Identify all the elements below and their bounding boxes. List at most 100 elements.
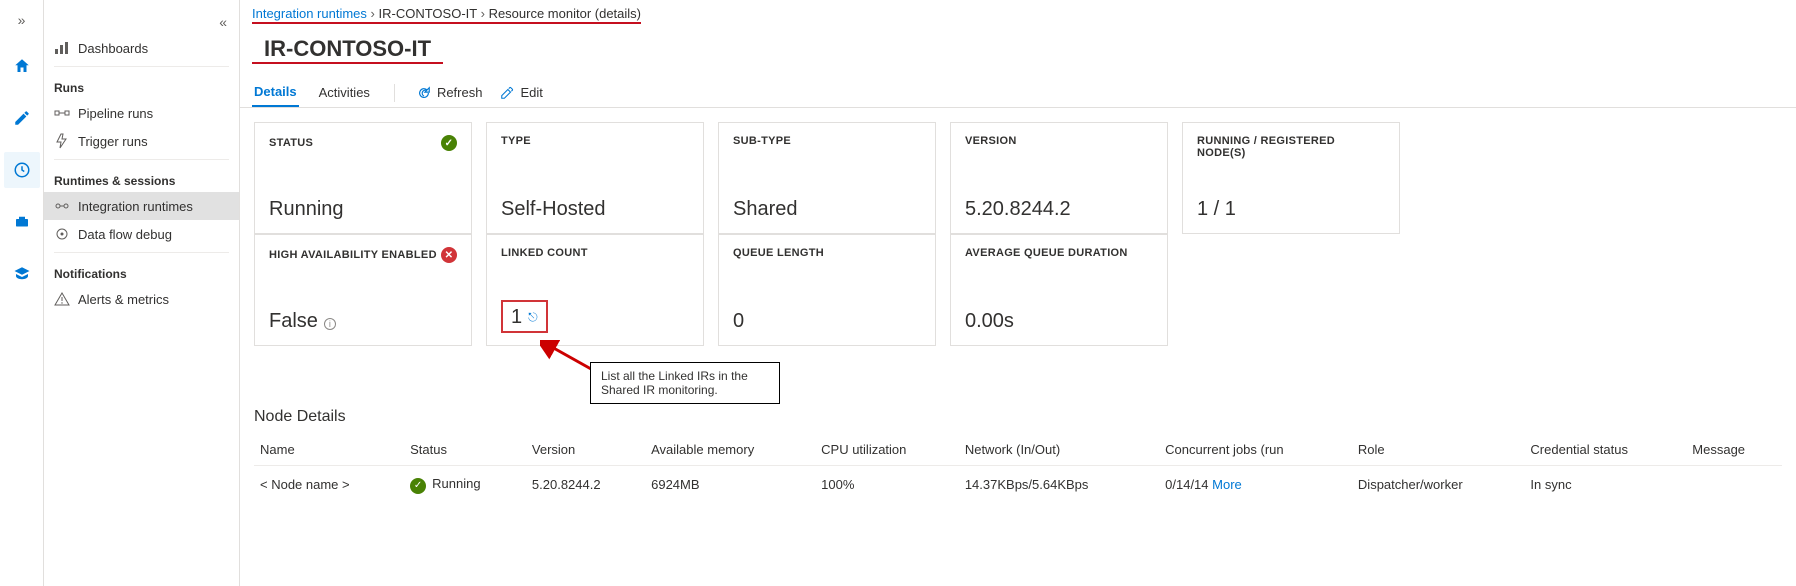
refresh-button[interactable]: Refresh bbox=[417, 85, 483, 100]
more-link[interactable]: More bbox=[1212, 477, 1242, 492]
th-network[interactable]: Network (In/Out) bbox=[959, 434, 1159, 466]
rail-manage-icon[interactable] bbox=[4, 204, 40, 240]
card-status-value: Running bbox=[269, 198, 457, 221]
th-name[interactable]: Name bbox=[254, 434, 404, 466]
card-subtype: SUB-TYPE Shared bbox=[718, 122, 936, 234]
sidebar-item-integration-runtimes[interactable]: Integration runtimes bbox=[44, 192, 239, 220]
th-message[interactable]: Message bbox=[1686, 434, 1782, 466]
th-cred[interactable]: Credential status bbox=[1524, 434, 1686, 466]
card-avg-queue-label: AVERAGE QUEUE DURATION bbox=[965, 247, 1153, 259]
sidebar-group-runs: Runs bbox=[44, 71, 239, 99]
rail-author-icon[interactable] bbox=[4, 100, 40, 136]
sidebar: « Dashboards Runs Pipeline runs Trigger … bbox=[44, 0, 240, 586]
status-ok-icon: ✓ bbox=[410, 478, 426, 494]
th-version[interactable]: Version bbox=[526, 434, 645, 466]
cell-concurrent: 0/14/14 More bbox=[1159, 466, 1352, 504]
cell-version: 5.20.8244.2 bbox=[526, 466, 645, 504]
tab-activities[interactable]: Activities bbox=[317, 79, 372, 106]
node-details-title: Node Details bbox=[240, 400, 1796, 430]
sidebar-item-trigger-runs[interactable]: Trigger runs bbox=[44, 127, 239, 155]
card-linked-value: 1 bbox=[511, 306, 522, 329]
debug-icon bbox=[54, 226, 70, 242]
edit-icon bbox=[500, 86, 514, 100]
card-ha-value: False bbox=[269, 310, 318, 332]
rail-learn-icon[interactable] bbox=[4, 256, 40, 292]
linked-count-highlight: 1 ⎋ bbox=[501, 300, 548, 333]
cell-network: 14.37KBps/5.64KBps bbox=[959, 466, 1159, 504]
integration-icon bbox=[54, 198, 70, 214]
table-row[interactable]: < Node name > ✓Running 5.20.8244.2 6924M… bbox=[254, 466, 1782, 504]
sidebar-item-label: Pipeline runs bbox=[78, 106, 153, 121]
trigger-icon bbox=[54, 133, 70, 149]
cell-memory: 6924MB bbox=[645, 466, 815, 504]
th-status[interactable]: Status bbox=[404, 434, 526, 466]
card-nodes-label: RUNNING / REGISTERED NODE(S) bbox=[1197, 135, 1385, 159]
card-queue: QUEUE LENGTH 0 bbox=[718, 234, 936, 346]
cell-cred: In sync bbox=[1524, 466, 1686, 504]
card-type-label: TYPE bbox=[501, 135, 689, 147]
card-avg-queue-value: 0.00s bbox=[965, 310, 1153, 333]
info-icon[interactable]: i bbox=[324, 318, 336, 330]
rail-home-icon[interactable] bbox=[4, 48, 40, 84]
breadcrumb-integration-runtimes[interactable]: Integration runtimes bbox=[252, 6, 367, 23]
card-avg-queue: AVERAGE QUEUE DURATION 0.00s bbox=[950, 234, 1168, 346]
card-subtype-label: SUB-TYPE bbox=[733, 135, 921, 147]
tabs-toolbar: Details Activities Refresh Edit bbox=[240, 72, 1796, 108]
card-type-value: Self-Hosted bbox=[501, 198, 689, 221]
sidebar-item-data-flow-debug[interactable]: Data flow debug bbox=[44, 220, 239, 248]
sidebar-item-label: Dashboards bbox=[78, 41, 148, 56]
card-type: TYPE Self-Hosted bbox=[486, 122, 704, 234]
sidebar-item-label: Trigger runs bbox=[78, 134, 148, 149]
card-version: VERSION 5.20.8244.2 bbox=[950, 122, 1168, 234]
status-ok-icon: ✓ bbox=[441, 135, 457, 151]
breadcrumb: Integration runtimes › IR-CONTOSO-IT › R… bbox=[240, 0, 1796, 26]
breadcrumb-sep: › bbox=[481, 6, 485, 21]
alert-icon bbox=[54, 291, 70, 307]
breadcrumb-sep: › bbox=[371, 6, 375, 21]
toolbar-divider bbox=[394, 84, 395, 102]
sidebar-item-label: Alerts & metrics bbox=[78, 292, 169, 307]
edit-button[interactable]: Edit bbox=[500, 85, 542, 100]
th-role[interactable]: Role bbox=[1352, 434, 1525, 466]
card-linked-label: LINKED COUNT bbox=[501, 247, 689, 259]
chart-icon bbox=[54, 40, 70, 56]
cell-status: ✓Running bbox=[404, 466, 526, 504]
card-queue-value: 0 bbox=[733, 310, 921, 333]
sidebar-item-label: Integration runtimes bbox=[78, 199, 193, 214]
left-rail: » bbox=[0, 0, 44, 586]
cell-cpu: 100% bbox=[815, 466, 959, 504]
card-ha: HIGH AVAILABILITY ENABLED ✕ Falsei bbox=[254, 234, 472, 346]
sidebar-item-dashboards[interactable]: Dashboards bbox=[44, 34, 239, 62]
main-content: Integration runtimes › IR-CONTOSO-IT › R… bbox=[240, 0, 1796, 586]
pipeline-icon bbox=[54, 105, 70, 121]
refresh-label: Refresh bbox=[437, 85, 483, 100]
rail-monitor-icon[interactable] bbox=[4, 152, 40, 188]
cell-name: < Node name > bbox=[254, 466, 404, 504]
expand-collapse-icon[interactable]: » bbox=[14, 8, 30, 32]
annotation-callout: List all the Linked IRs in the Shared IR… bbox=[590, 362, 780, 404]
card-version-label: VERSION bbox=[965, 135, 1153, 147]
tab-details[interactable]: Details bbox=[252, 78, 299, 107]
node-details-table: Name Status Version Available memory CPU… bbox=[254, 434, 1782, 504]
ha-disabled-icon: ✕ bbox=[441, 247, 457, 263]
card-ha-label: HIGH AVAILABILITY ENABLED bbox=[269, 249, 437, 261]
card-status: STATUS ✓ Running bbox=[254, 122, 472, 234]
sidebar-collapse-icon[interactable]: « bbox=[215, 10, 231, 34]
sidebar-item-label: Data flow debug bbox=[78, 227, 172, 242]
th-cpu[interactable]: CPU utilization bbox=[815, 434, 959, 466]
edit-label: Edit bbox=[520, 85, 542, 100]
cell-role: Dispatcher/worker bbox=[1352, 466, 1525, 504]
page-title: IR-CONTOSO-IT bbox=[252, 32, 443, 64]
sidebar-item-pipeline-runs[interactable]: Pipeline runs bbox=[44, 99, 239, 127]
card-status-label: STATUS bbox=[269, 137, 313, 149]
card-linked-count: LINKED COUNT 1 ⎋ bbox=[486, 234, 704, 346]
card-queue-label: QUEUE LENGTH bbox=[733, 247, 921, 259]
breadcrumb-resource-monitor: Resource monitor (details) bbox=[489, 6, 641, 21]
th-concurrent[interactable]: Concurrent jobs (run bbox=[1159, 434, 1352, 466]
sidebar-group-notifications: Notifications bbox=[44, 257, 239, 285]
card-version-value: 5.20.8244.2 bbox=[965, 198, 1153, 221]
sidebar-item-alerts-metrics[interactable]: Alerts & metrics bbox=[44, 285, 239, 313]
card-nodes-value: 1 / 1 bbox=[1197, 198, 1385, 221]
link-icon[interactable]: ⎋ bbox=[528, 310, 538, 325]
th-memory[interactable]: Available memory bbox=[645, 434, 815, 466]
